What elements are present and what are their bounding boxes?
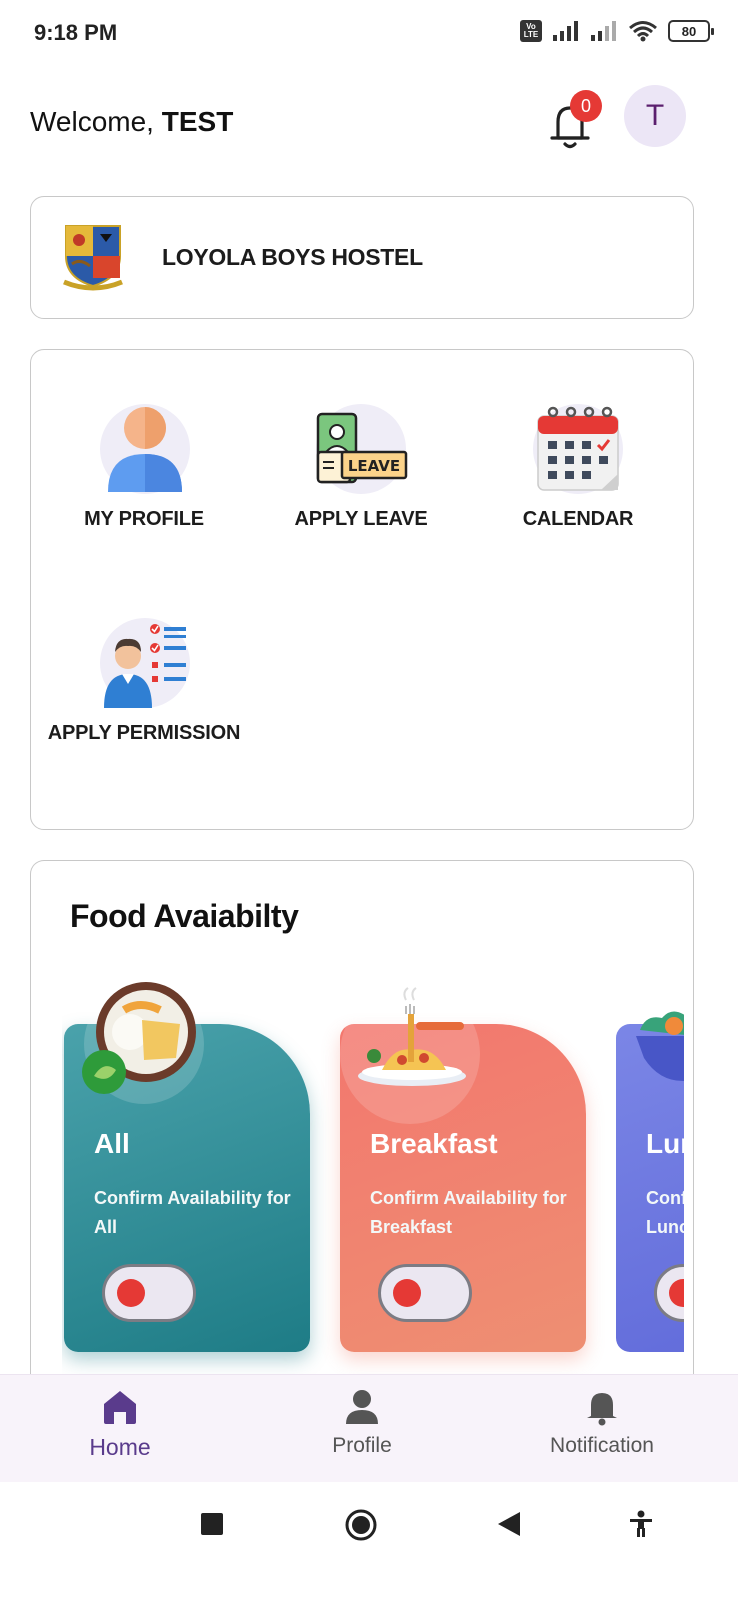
pasta-plate-icon — [358, 987, 466, 1086]
home-system-button[interactable] — [344, 1508, 378, 1547]
nav-home-label: Home — [89, 1434, 151, 1460]
square-icon — [201, 1513, 223, 1535]
menu-item-my-profile[interactable]: MY PROFILE — [34, 400, 254, 540]
permission-checklist-icon — [100, 618, 190, 708]
menu-item-apply-permission[interactable]: APPLY PERMISSION — [34, 614, 254, 754]
nav-profile-label: Profile — [332, 1434, 392, 1457]
menu-item-label: APPLY LEAVE — [294, 508, 428, 530]
accessibility-button[interactable] — [628, 1510, 654, 1543]
food-tile-description: Confirm Availability for Breakfast — [370, 1188, 567, 1237]
food-section-title: Food Avaiabilty — [70, 898, 299, 934]
user-name: TEST — [161, 106, 234, 137]
toggle-knob — [117, 1279, 145, 1307]
availability-toggle-breakfast[interactable] — [378, 1264, 472, 1322]
avatar[interactable]: T — [624, 85, 686, 147]
toggle-knob — [393, 1279, 421, 1307]
availability-toggle-all[interactable] — [102, 1264, 196, 1322]
volte-icon: Vo LTE — [520, 20, 542, 42]
home-icon — [104, 1391, 136, 1424]
nav-profile[interactable]: Profile — [262, 1388, 462, 1458]
bell-icon — [587, 1393, 617, 1426]
toggle-knob — [669, 1279, 684, 1307]
food-tile-description: Confirm Availability for All — [94, 1188, 291, 1237]
back-button[interactable] — [496, 1511, 522, 1542]
battery-icon: 80 — [668, 20, 714, 42]
leave-icon: LEAVE — [316, 404, 408, 494]
status-bar: 9:18 PM Vo LTE 80 — [0, 0, 738, 68]
salad-bowl-icon — [636, 1011, 684, 1081]
wifi-icon — [629, 21, 657, 42]
leave-tag-text: LEAVE — [348, 457, 400, 475]
circle-icon — [345, 1509, 377, 1541]
nav-notification-label: Notification — [550, 1434, 654, 1457]
back-triangle-icon — [498, 1512, 520, 1536]
calendar-icon — [533, 404, 623, 494]
status-icons: Vo LTE 80 — [520, 20, 714, 42]
food-tile-description: Confirm Availability for Lunch — [646, 1188, 684, 1237]
menu-item-apply-leave[interactable]: LEAVE APPLY LEAVE — [251, 400, 471, 540]
meal-bowl-icon — [82, 982, 196, 1094]
hostel-crest-icon — [60, 222, 126, 297]
menu-item-label: APPLY PERMISSION — [47, 722, 241, 744]
user-profile-icon — [100, 404, 190, 494]
accessibility-icon — [630, 1510, 652, 1537]
availability-toggle-lunch[interactable] — [654, 1264, 684, 1322]
signal-strength-icon — [553, 21, 578, 41]
hostel-name: LOYOLA BOYS HOSTEL — [162, 244, 423, 270]
nav-notification[interactable]: Notification — [502, 1388, 702, 1458]
menu-item-label: MY PROFILE — [84, 508, 204, 530]
menu-item-label: CALENDAR — [522, 508, 634, 530]
food-tile-name: All — [94, 1128, 130, 1159]
profile-icon — [346, 1390, 378, 1424]
food-tile-name: Breakfast — [370, 1128, 498, 1159]
nav-home[interactable]: Home — [20, 1388, 220, 1461]
menu-item-calendar[interactable]: CALENDAR — [468, 400, 688, 540]
recent-apps-button[interactable] — [200, 1512, 224, 1541]
notification-count-badge: 0 — [570, 90, 602, 122]
status-time: 9:18 PM — [34, 20, 118, 45]
welcome-text: Welcome, TEST — [30, 106, 234, 137]
food-tiles-carousel[interactable]: All Confirm Availability for All Breakfa… — [62, 960, 684, 1380]
signal-strength-2-icon — [591, 21, 616, 41]
food-tile-name: Lunch — [646, 1128, 684, 1159]
